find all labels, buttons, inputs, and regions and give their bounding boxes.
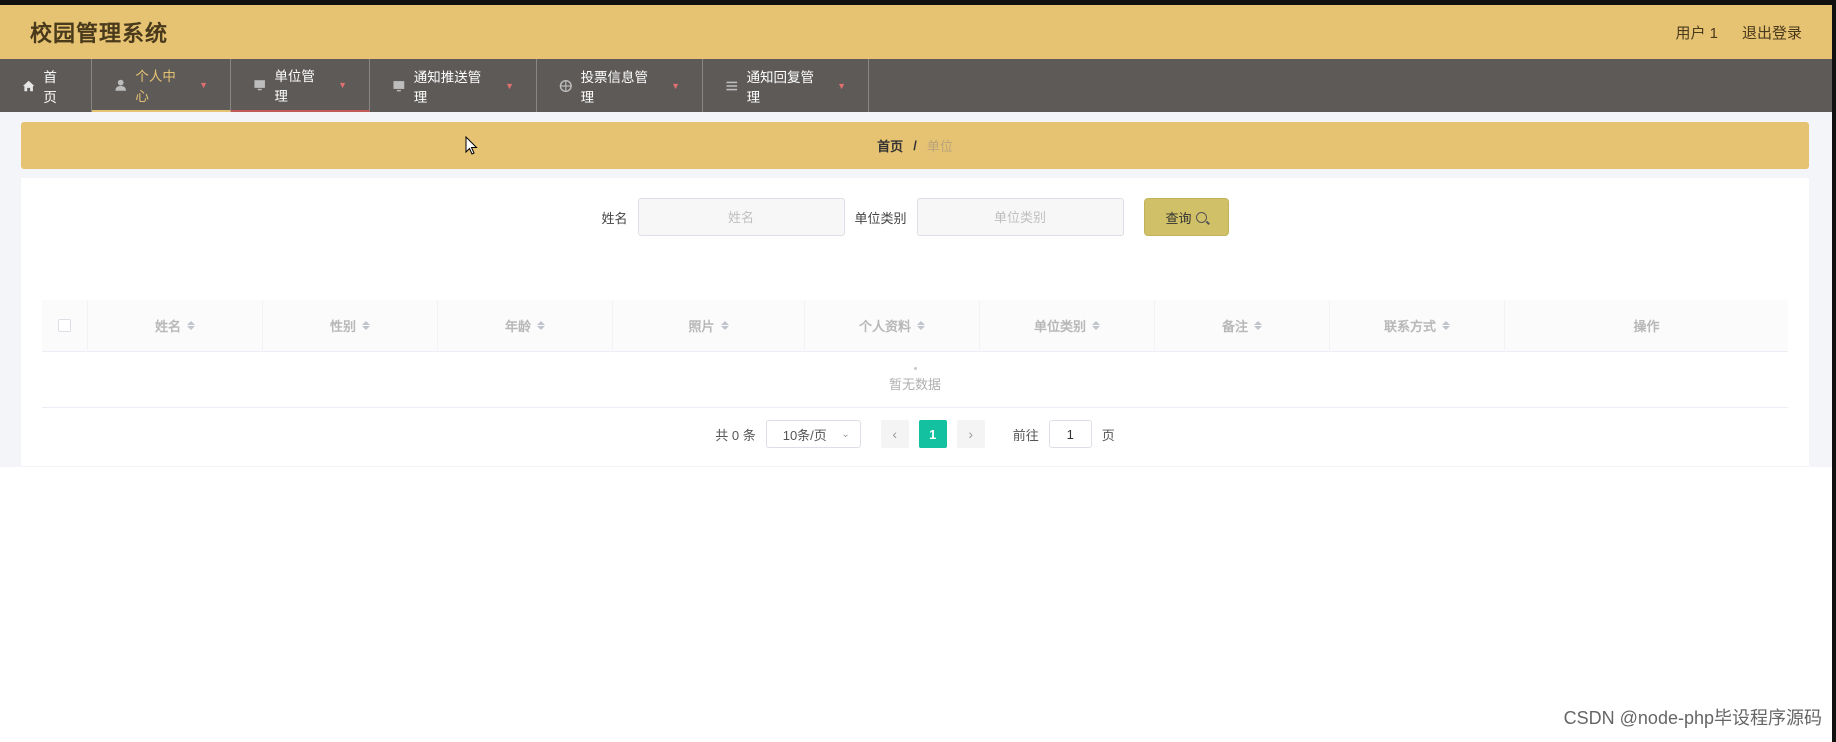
chevron-down-icon: ⌄	[841, 428, 850, 440]
column-label: 备注	[1221, 319, 1248, 334]
sort-icon	[917, 321, 925, 330]
user-icon	[115, 79, 126, 91]
sort-icon	[1254, 321, 1262, 330]
right-border	[1832, 0, 1836, 742]
nav-item-vote-info[interactable]: 投票信息管理 ▼	[537, 59, 703, 112]
chevron-left-icon: ‹	[892, 426, 898, 442]
home-icon	[22, 80, 35, 91]
breadcrumb: 首页 / 单位	[21, 122, 1809, 169]
category-input[interactable]	[916, 198, 1124, 236]
sort-icon	[1442, 321, 1450, 330]
column-header[interactable]: 性别	[263, 299, 438, 352]
column-label: 年龄	[504, 319, 531, 334]
target-icon	[559, 79, 572, 92]
nav-item-label: 通知回复管理	[746, 69, 815, 105]
search-icon	[1195, 211, 1207, 223]
name-label: 姓名	[601, 210, 628, 226]
select-all-cell	[42, 299, 88, 352]
nav-item-label: 个人中心	[135, 68, 176, 104]
content-panel: 姓名 单位类别 查询 姓名 性别 年龄 照片 个人资料 单位类别 备注 联系	[21, 178, 1809, 466]
chevron-right-icon: ›	[968, 426, 974, 442]
nav-item-notice-reply[interactable]: 通知回复管理 ▼	[703, 59, 869, 112]
chevron-down-icon: ▼	[199, 79, 208, 90]
prev-page-button[interactable]: ‹	[880, 420, 909, 448]
page-number[interactable]: 1	[918, 420, 947, 448]
top-header: 校园管理系统 用户 1 退出登录	[0, 5, 1832, 59]
logout-link[interactable]: 退出登录	[1742, 22, 1802, 43]
column-label: 性别	[329, 319, 356, 334]
data-table: 姓名 性别 年龄 照片 个人资料 单位类别 备注 联系方式 操作 暂无数据	[42, 299, 1788, 408]
watermark: CSDN @node-php毕设程序源码	[1563, 708, 1822, 728]
nav-item-personal-center[interactable]: 个人中心 ▼	[92, 59, 231, 112]
table-header: 姓名 性别 年龄 照片 个人资料 单位类别 备注 联系方式 操作	[42, 299, 1788, 352]
goto-suffix: 页	[1101, 427, 1115, 443]
header-actions: 用户 1 退出登录	[1675, 22, 1802, 43]
empty-state: 暂无数据	[42, 352, 1788, 408]
column-header[interactable]: 个人资料	[805, 299, 980, 352]
list-icon	[726, 81, 738, 90]
page-size-value: 10条/页	[782, 427, 827, 443]
next-page-button[interactable]: ›	[956, 420, 985, 448]
breadcrumb-current: 单位	[926, 139, 953, 154]
pagination: 共 0 条 10条/页 ⌄ ‹ 1 › 前往 页	[21, 420, 1809, 448]
sort-icon	[362, 321, 370, 330]
search-button-label: 查询	[1165, 210, 1192, 226]
main-nav: 首页 个人中心 ▼ 单位管理 ▼ 通知推送管理 ▼ 投票信息管理 ▼ 通知回复管…	[0, 59, 1832, 112]
category-label: 单位类别	[854, 210, 907, 226]
nav-item-label: 首页	[43, 69, 57, 105]
column-label: 个人资料	[858, 319, 911, 334]
app-window: 校园管理系统 用户 1 退出登录 首页 个人中心 ▼ 单位管理 ▼ 通知推送管理…	[0, 0, 1836, 742]
page-size-select[interactable]: 10条/页 ⌄	[765, 420, 861, 448]
column-header[interactable]: 单位类别	[980, 299, 1155, 352]
goto-page-input[interactable]	[1048, 420, 1092, 448]
search-button[interactable]: 查询	[1143, 198, 1229, 236]
column-header: 操作	[1505, 300, 1788, 352]
monitor-icon	[254, 79, 265, 90]
mouse-cursor-icon	[465, 136, 478, 155]
column-header[interactable]: 联系方式	[1330, 299, 1505, 352]
column-label: 单位类别	[1033, 319, 1086, 334]
search-form: 姓名 单位类别 查询	[21, 198, 1809, 236]
nav-item-home[interactable]: 首页	[0, 59, 92, 112]
total-count: 共 0 条	[715, 427, 756, 443]
nav-item-label: 投票信息管理	[580, 69, 649, 105]
column-header[interactable]: 照片	[613, 299, 805, 352]
column-label: 操作	[1633, 319, 1660, 334]
chevron-down-icon: ▼	[505, 80, 514, 91]
app-title: 校园管理系统	[30, 21, 169, 46]
sort-icon	[1092, 321, 1100, 330]
sort-icon	[537, 321, 545, 330]
column-header[interactable]: 备注	[1155, 299, 1330, 352]
sort-icon	[720, 321, 729, 330]
column-label: 姓名	[154, 319, 181, 334]
nav-item-unit-management[interactable]: 单位管理 ▼	[231, 59, 370, 112]
breadcrumb-separator: /	[913, 138, 917, 153]
breadcrumb-home[interactable]: 首页	[877, 136, 903, 155]
chevron-down-icon: ▼	[671, 80, 680, 91]
column-label: 联系方式	[1383, 319, 1436, 334]
monitor-icon	[393, 80, 405, 91]
column-header[interactable]: 年龄	[438, 299, 613, 352]
select-all-checkbox[interactable]	[58, 319, 71, 332]
empty-icon	[913, 366, 917, 370]
sort-icon	[187, 321, 195, 330]
name-input[interactable]	[637, 198, 845, 236]
goto-prefix: 前往	[1012, 427, 1039, 443]
nav-item-notice-push[interactable]: 通知推送管理 ▼	[370, 59, 537, 112]
column-header[interactable]: 姓名	[88, 299, 263, 352]
nav-item-label: 单位管理	[274, 68, 315, 104]
empty-text: 暂无数据	[888, 376, 941, 392]
chevron-down-icon: ▼	[338, 79, 347, 90]
chevron-down-icon: ▼	[837, 80, 846, 91]
column-label: 照片	[688, 319, 715, 334]
nav-item-label: 通知推送管理	[413, 69, 482, 105]
user-label[interactable]: 用户 1	[1675, 22, 1718, 43]
